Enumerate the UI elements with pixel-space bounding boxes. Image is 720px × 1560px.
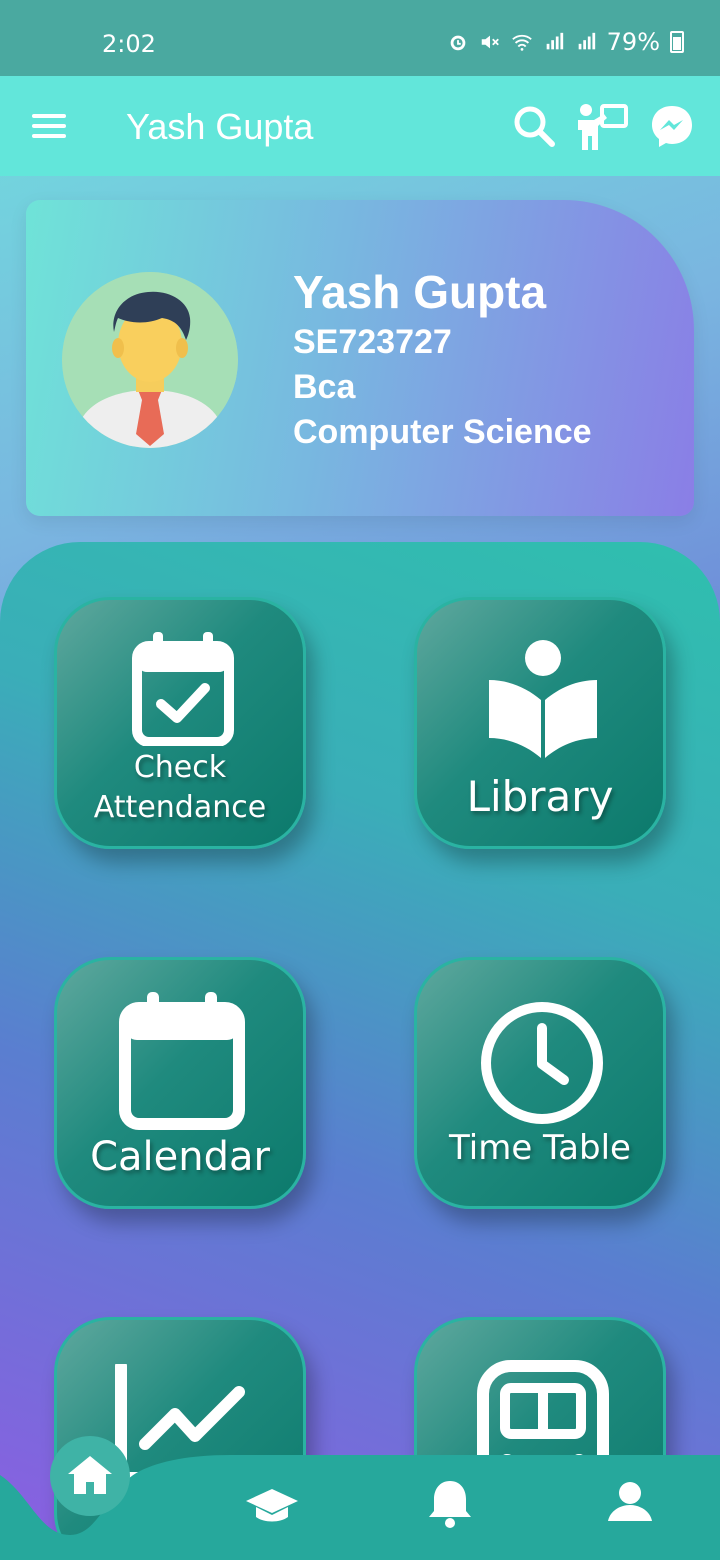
messenger-icon[interactable]: [648, 102, 696, 150]
status-bar: 2:02 79%: [0, 0, 720, 76]
clock-icon: [481, 1002, 603, 1124]
calendar-icon: [119, 992, 245, 1130]
profile-name: Yash Gupta: [293, 266, 547, 318]
battery-percent: 79%: [606, 28, 660, 56]
time-table-tile[interactable]: Time Table: [414, 957, 666, 1209]
dashboard-panel: Check Attendance Library Calendar Time T…: [0, 542, 720, 1560]
calendar-tile[interactable]: Calendar: [54, 957, 306, 1209]
graduation-cap-icon[interactable]: [242, 1475, 302, 1535]
wifi-icon: [511, 34, 532, 51]
check-attendance-tile[interactable]: Check Attendance: [54, 597, 306, 849]
alarm-icon: [450, 35, 465, 51]
app-title: Yash Gupta: [126, 106, 314, 147]
battery-icon: [670, 31, 684, 53]
library-label: Library: [466, 772, 614, 821]
profile-id: SE723727: [293, 323, 452, 361]
reader-book-icon: [489, 640, 597, 758]
calendar-label: Calendar: [90, 1134, 270, 1180]
profile-card[interactable]: Yash Gupta SE723727 Bca Computer Science: [26, 200, 694, 516]
home-button[interactable]: [50, 1436, 130, 1516]
teacher-icon[interactable]: [574, 102, 628, 150]
avatar: [62, 272, 238, 448]
app-bar: Yash Gupta: [0, 76, 720, 176]
status-icons: 79%: [447, 28, 684, 56]
signal-lte2-icon: [578, 32, 595, 50]
bell-icon[interactable]: [420, 1473, 480, 1533]
mute-icon: [481, 35, 499, 49]
check-attendance-label: Check Attendance: [93, 750, 267, 825]
signal-lte1-icon: [546, 32, 563, 50]
profile-course: Bca: [293, 368, 356, 406]
library-tile[interactable]: Library: [414, 597, 666, 849]
menu-icon[interactable]: [32, 114, 66, 140]
person-icon[interactable]: [600, 1473, 660, 1533]
profile-department: Computer Science: [293, 413, 592, 451]
profile-info: Yash Gupta SE723727 Bca Computer Science: [293, 264, 592, 455]
calendar-check-icon: [132, 632, 234, 746]
status-time: 2:02: [102, 30, 156, 58]
search-icon[interactable]: [510, 102, 558, 150]
home-icon: [68, 1456, 112, 1494]
time-table-label: Time Table: [449, 1128, 631, 1168]
student-avatar-icon: [62, 272, 238, 448]
